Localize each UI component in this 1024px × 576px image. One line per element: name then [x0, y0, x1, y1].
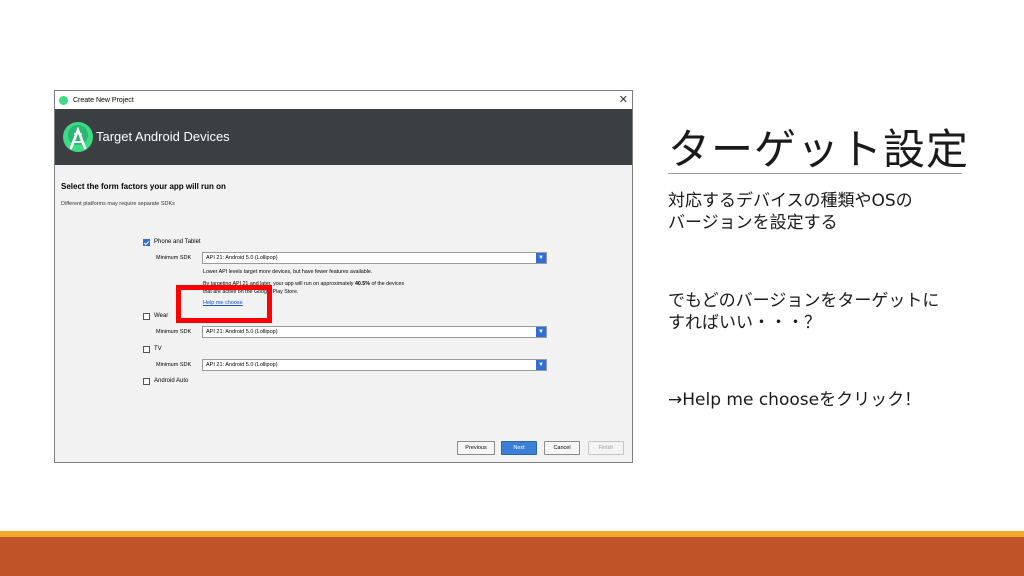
- wear-checkbox[interactable]: [143, 313, 150, 320]
- help-me-choose-link[interactable]: Help me choose: [203, 300, 243, 306]
- slide-text-line-4: すればいい・・・？: [668, 313, 821, 333]
- form-factor-subheading: Different platforms may require separate…: [61, 201, 175, 207]
- title-divider: [668, 173, 962, 174]
- wear-label: Wear: [154, 313, 169, 319]
- window-titlebar: Create New Project ✕: [55, 91, 632, 109]
- create-project-window: Create New Project ✕ Target Android Devi…: [54, 90, 633, 463]
- phone-tablet-label: Phone and Tablet: [154, 239, 201, 245]
- phone-tablet-sdk-label: Minimum SDK: [156, 255, 192, 261]
- android-studio-small-icon: [59, 95, 68, 105]
- slide-text-line-3: でもどのバージョンをターゲットに: [668, 291, 940, 311]
- slide-text-line-1: 対応するデバイスの種類やOSの: [668, 191, 913, 211]
- cancel-button[interactable]: Cancel: [544, 441, 580, 455]
- tv-checkbox[interactable]: [143, 346, 150, 353]
- api-info-line-3: that are active on the Google Play Store…: [203, 289, 299, 295]
- wizard-content: Select the form factors your app will ru…: [55, 165, 632, 462]
- phone-tablet-checkbox[interactable]: [143, 239, 150, 246]
- api-info-suffix: of the devices: [369, 281, 405, 287]
- previous-button[interactable]: Previous: [457, 441, 495, 455]
- footer-bar: [0, 537, 1024, 576]
- close-icon[interactable]: ✕: [619, 92, 628, 108]
- wizard-header: Target Android Devices: [55, 109, 632, 165]
- chevron-down-icon[interactable]: ▼: [536, 360, 546, 370]
- api-info-line-1: Lower API levels target more devices, bu…: [203, 269, 373, 275]
- phone-tablet-sdk-value: API 21: Android 5.0 (Lollipop): [206, 255, 278, 261]
- chevron-down-icon[interactable]: ▼: [536, 327, 546, 337]
- chevron-down-icon[interactable]: ▼: [536, 253, 546, 263]
- tv-sdk-label: Minimum SDK: [156, 362, 192, 368]
- android-studio-logo-icon: [63, 122, 93, 152]
- wizard-title: Target Android Devices: [96, 129, 230, 144]
- tv-sdk-value: API 21: Android 5.0 (Lollipop): [206, 362, 278, 368]
- tv-sdk-select[interactable]: API 21: Android 5.0 (Lollipop) ▼: [202, 359, 547, 371]
- slide-title: ターゲット設定: [668, 125, 970, 174]
- wear-sdk-label: Minimum SDK: [156, 329, 192, 335]
- wear-sdk-value: API 21: Android 5.0 (Lollipop): [206, 329, 278, 335]
- slide-text-line-2: バージョンを設定する: [668, 213, 838, 233]
- wear-sdk-select[interactable]: API 21: Android 5.0 (Lollipop) ▼: [202, 326, 547, 338]
- form-factor-heading: Select the form factors your app will ru…: [61, 182, 226, 191]
- phone-tablet-sdk-select[interactable]: API 21: Android 5.0 (Lollipop) ▼: [202, 252, 547, 264]
- next-button[interactable]: Next: [501, 441, 537, 455]
- window-title: Create New Project: [73, 96, 134, 104]
- finish-button: Finish: [588, 441, 624, 455]
- api-info-line-2: By targeting API 21 and later, your app …: [203, 281, 404, 287]
- tv-label: TV: [154, 346, 162, 352]
- api-coverage-percent: 40.5%: [354, 281, 370, 287]
- android-auto-checkbox[interactable]: [143, 378, 150, 385]
- api-info-prefix: By targeting API 21 and later, your app …: [203, 281, 355, 287]
- slide-text-line-5: →Help me chooseをクリック！: [668, 390, 922, 410]
- android-auto-label: Android Auto: [154, 378, 189, 384]
